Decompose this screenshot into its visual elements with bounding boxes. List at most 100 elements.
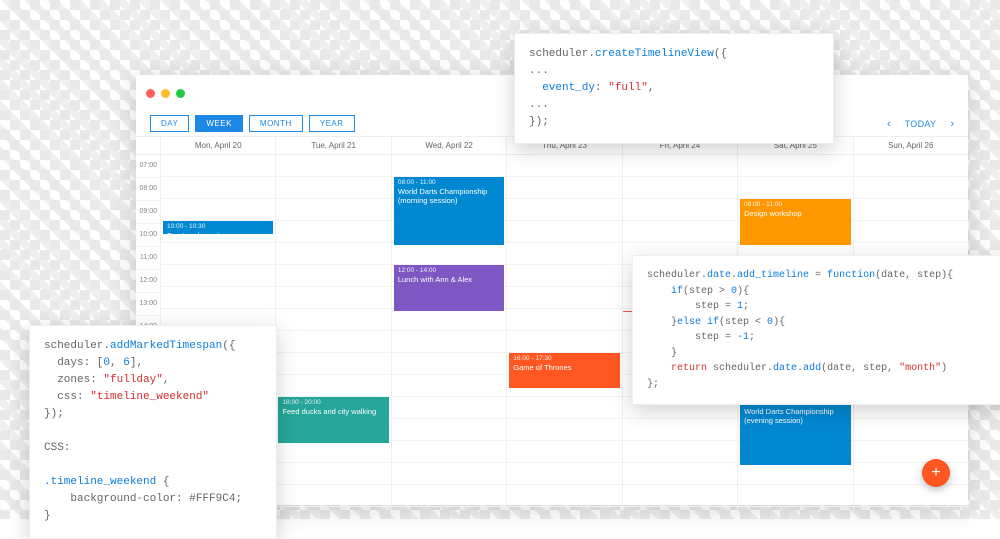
code-token: else if [677,317,719,328]
event[interactable]: 12:00 - 14:00Lunch with Ann & Alex [394,265,504,311]
day-header: Sun, April 26 [853,137,968,154]
code-token: ) [941,363,947,374]
code-token: }); [529,116,549,128]
code-token: { [156,476,169,488]
event[interactable]: 09:00 - 11:00Design workshop [740,199,850,245]
code-token: ; [235,493,242,505]
day-header: Tue, April 21 [275,137,390,154]
code-token: }; [647,379,659,390]
code-token: ){ [737,286,749,297]
event-title: Feed ducks and city walking [282,407,384,416]
event[interactable]: 16:00 - 17:30Game of Thrones [509,353,619,388]
code-token: add_timeline [737,270,809,281]
event-time: 16:00 - 17:30 [513,355,615,363]
code-token: ; [743,301,749,312]
code-token: = [809,270,827,281]
maximize-icon[interactable] [176,89,185,98]
event-time: 08:00 - 11:00 [398,179,500,187]
time-label: 09:00 [136,201,160,224]
code-token: ; [749,332,755,343]
code-token: scheduler. [707,363,773,374]
code-token: ){ [773,317,785,328]
code-token: : [595,82,608,94]
next-icon[interactable]: › [950,118,954,130]
event-time: 09:00 - 11:00 [744,201,846,209]
date-nav: ‹ TODAY › [887,118,954,130]
event-title: Game of Thrones [513,363,615,372]
code-token: function [827,270,875,281]
code-token: createTimelineView [595,48,714,60]
code-token: days: [ [44,357,103,369]
code-token: ... [529,65,549,77]
code-token: scheduler. [529,48,595,60]
code-token: (date, step, [821,363,899,374]
code-token: addMarkedTimespan [110,340,222,352]
code-token: scheduler. [44,340,110,352]
view-button-month[interactable]: MONTH [249,115,303,132]
code-token: -1 [737,332,749,343]
view-button-week[interactable]: WEEK [195,115,243,132]
today-button[interactable]: TODAY [905,119,937,129]
code-token: } [44,510,51,522]
code-token: , [110,357,123,369]
minimize-icon[interactable] [161,89,170,98]
code-token: return [671,363,707,374]
day-column[interactable]: 08:00 - 11:00World Darts Championship (m… [391,155,506,511]
add-event-button[interactable]: + [922,459,950,487]
code-token: zones: [44,374,103,386]
code-token: , [163,374,170,386]
code-token: #FFF9C4 [189,493,235,505]
time-label: 12:00 [136,270,160,293]
time-label: 10:00 [136,224,160,247]
view-segmented: DAY WEEK MONTH YEAR [150,115,355,132]
day-header: Wed, April 22 [391,137,506,154]
event[interactable]: 18:00 - 21:00World Darts Championship (e… [740,397,850,465]
close-icon[interactable] [146,89,155,98]
code-token: ({ [714,48,727,60]
code-token: "fullday" [103,374,162,386]
event-title: Lunch with Ann & Alex [398,275,500,284]
code-token: add [803,363,821,374]
event[interactable]: 18:00 - 20:00Feed ducks and city walking [278,397,388,443]
day-column[interactable]: 18:00 - 20:00Feed ducks and city walking [275,155,390,511]
code-token: (date, step){ [875,270,953,281]
time-label: 08:00 [136,178,160,201]
event[interactable]: 10:00 - 10:30Front-end meeting [163,221,273,234]
code-token: }); [44,408,64,420]
time-label: 13:00 [136,293,160,316]
code-token [529,82,542,94]
code-token [647,286,671,297]
code-token: "month" [899,363,941,374]
day-header: Mon, April 20 [160,137,275,154]
day-column[interactable]: 16:00 - 17:30Game of Thrones [506,155,621,511]
code-snippet-addMarkedTimespan: scheduler.addMarkedTimespan({ days: [0, … [29,325,277,539]
plus-icon: + [931,464,940,482]
time-label: 11:00 [136,247,160,270]
code-token: ... [529,99,549,111]
view-button-year[interactable]: YEAR [309,115,355,132]
code-token: step = [647,332,737,343]
event[interactable]: 08:00 - 11:00World Darts Championship (m… [394,177,504,245]
code-token: event_dy [542,82,595,94]
code-token: , [648,82,655,94]
event-time: 12:00 - 14:00 [398,267,500,275]
event-title: World Darts Championship (evening sessio… [744,407,846,425]
code-token: ], [130,357,143,369]
event-title: Front-end meeting [167,231,269,234]
code-token: "full" [608,82,648,94]
code-snippet-createTimelineView: scheduler.createTimelineView({ ... event… [514,33,834,144]
event-time: 10:00 - 10:30 [167,223,269,231]
view-button-day[interactable]: DAY [150,115,189,132]
code-token: } [647,348,677,359]
code-token: date [707,270,731,281]
code-token: background-color: [44,493,189,505]
code-token: step = [647,301,737,312]
code-token: css: [44,391,90,403]
code-token: 6 [123,357,130,369]
code-token: date [773,363,797,374]
code-token: "timeline_weekend" [90,391,209,403]
code-token: CSS: [44,442,70,454]
prev-icon[interactable]: ‹ [887,118,891,130]
code-token: (step < [719,317,767,328]
code-token: (step > [683,286,731,297]
